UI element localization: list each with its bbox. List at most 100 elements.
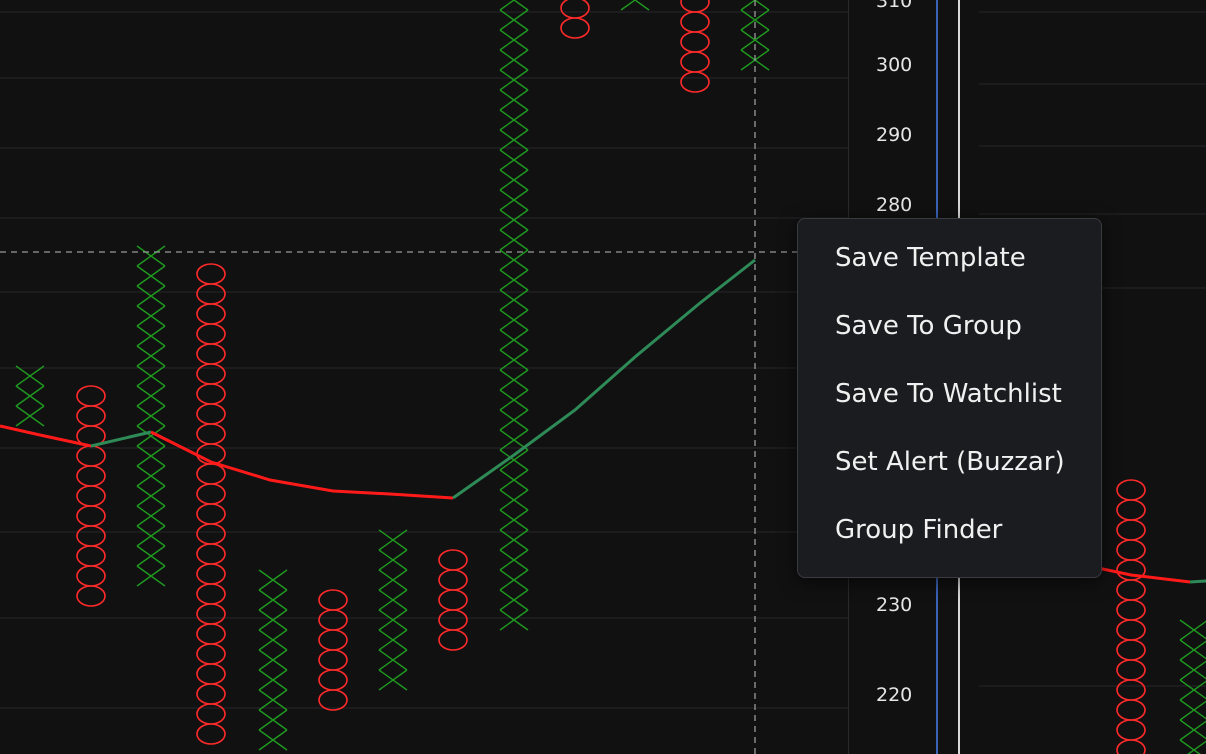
o-mark-icon bbox=[76, 525, 106, 547]
o-mark-icon bbox=[1116, 699, 1146, 721]
o-mark-icon bbox=[76, 585, 106, 607]
o-mark-icon bbox=[1116, 479, 1146, 501]
o-mark-icon bbox=[196, 663, 226, 685]
x-mark-icon bbox=[499, 209, 529, 231]
x-mark-icon bbox=[136, 245, 166, 267]
x-mark-icon bbox=[499, 309, 529, 331]
x-mark-icon bbox=[378, 629, 408, 651]
price-tick-label: 300 bbox=[876, 54, 913, 76]
o-mark-icon bbox=[196, 423, 226, 445]
x-mark-icon bbox=[1179, 659, 1206, 681]
x-mark-icon bbox=[136, 325, 166, 347]
x-mark-icon bbox=[136, 545, 166, 567]
o-mark-icon bbox=[196, 463, 226, 485]
x-mark-icon bbox=[499, 389, 529, 411]
x-mark-icon bbox=[258, 649, 288, 671]
x-mark-icon bbox=[136, 305, 166, 327]
x-mark-icon bbox=[499, 229, 529, 251]
x-mark-icon bbox=[499, 369, 529, 391]
x-mark-icon bbox=[499, 349, 529, 371]
o-mark-icon bbox=[318, 589, 348, 611]
x-mark-icon bbox=[136, 525, 166, 547]
o-mark-icon bbox=[1116, 739, 1146, 754]
o-mark-icon bbox=[438, 609, 468, 631]
menu-item-save-template[interactable]: Save Template bbox=[798, 241, 1101, 309]
o-mark-icon bbox=[196, 343, 226, 365]
o-mark-icon bbox=[76, 485, 106, 507]
x-mark-icon bbox=[378, 529, 408, 551]
x-mark-icon bbox=[499, 469, 529, 491]
x-mark-icon bbox=[136, 385, 166, 407]
o-mark-icon bbox=[76, 545, 106, 567]
o-mark-icon bbox=[196, 563, 226, 585]
x-mark-icon bbox=[136, 365, 166, 387]
x-mark-icon bbox=[499, 149, 529, 171]
x-mark-icon bbox=[136, 505, 166, 527]
x-mark-icon bbox=[499, 0, 529, 11]
x-mark-icon bbox=[499, 109, 529, 131]
price-tick-label: 230 bbox=[876, 594, 913, 616]
o-mark-icon bbox=[680, 11, 710, 33]
price-tick-label: 220 bbox=[876, 684, 913, 706]
x-mark-icon bbox=[258, 609, 288, 631]
x-mark-icon bbox=[499, 449, 529, 471]
o-mark-icon bbox=[438, 589, 468, 611]
context-menu: Save Template Save To Group Save To Watc… bbox=[797, 218, 1102, 578]
x-mark-icon bbox=[499, 549, 529, 571]
o-mark-icon bbox=[196, 403, 226, 425]
x-mark-icon bbox=[378, 549, 408, 571]
menu-item-save-to-watchlist[interactable]: Save To Watchlist bbox=[798, 377, 1101, 445]
o-mark-icon bbox=[76, 405, 106, 427]
o-mark-icon bbox=[318, 689, 348, 711]
x-mark-icon bbox=[499, 489, 529, 511]
o-mark-icon bbox=[196, 543, 226, 565]
o-mark-icon bbox=[318, 649, 348, 671]
x-mark-icon bbox=[378, 649, 408, 671]
o-mark-icon bbox=[76, 565, 106, 587]
x-mark-icon bbox=[499, 49, 529, 71]
x-mark-icon bbox=[1179, 739, 1206, 754]
x-mark-icon bbox=[136, 485, 166, 507]
x-mark-icon bbox=[136, 285, 166, 307]
o-mark-icon bbox=[318, 669, 348, 691]
o-mark-icon bbox=[438, 569, 468, 591]
o-mark-icon bbox=[1116, 539, 1146, 561]
x-mark-icon bbox=[499, 29, 529, 51]
o-mark-icon bbox=[196, 583, 226, 605]
o-mark-icon bbox=[76, 385, 106, 407]
x-mark-icon bbox=[499, 609, 529, 631]
x-mark-icon bbox=[258, 669, 288, 691]
x-mark-icon bbox=[136, 345, 166, 367]
x-mark-icon bbox=[499, 329, 529, 351]
o-mark-icon bbox=[196, 303, 226, 325]
point-and-figure-chart[interactable] bbox=[0, 0, 848, 754]
o-mark-icon bbox=[196, 623, 226, 645]
o-mark-icon bbox=[680, 0, 710, 13]
x-mark-icon bbox=[136, 445, 166, 467]
x-mark-icon bbox=[499, 129, 529, 151]
o-mark-icon bbox=[1116, 499, 1146, 521]
o-mark-icon bbox=[318, 609, 348, 631]
x-mark-icon bbox=[499, 589, 529, 611]
o-mark-icon bbox=[196, 643, 226, 665]
o-mark-icon bbox=[680, 51, 710, 73]
moving-average-line bbox=[150, 430, 454, 500]
x-mark-icon bbox=[258, 729, 288, 751]
price-tick-label: 280 bbox=[876, 194, 913, 216]
menu-item-set-alert[interactable]: Set Alert (Buzzar) bbox=[798, 445, 1101, 513]
menu-item-save-to-group[interactable]: Save To Group bbox=[798, 309, 1101, 377]
x-mark-icon bbox=[378, 569, 408, 591]
o-mark-icon bbox=[196, 283, 226, 305]
x-mark-icon bbox=[499, 189, 529, 211]
x-mark-icon bbox=[378, 669, 408, 691]
o-mark-icon bbox=[680, 71, 710, 93]
o-mark-icon bbox=[560, 0, 590, 19]
menu-item-group-finder[interactable]: Group Finder bbox=[798, 513, 1101, 581]
o-mark-icon bbox=[196, 483, 226, 505]
moving-average-line bbox=[1189, 579, 1206, 584]
x-mark-icon bbox=[136, 265, 166, 287]
o-mark-icon bbox=[196, 503, 226, 525]
x-mark-icon bbox=[499, 529, 529, 551]
o-mark-icon bbox=[76, 505, 106, 527]
x-mark-icon bbox=[620, 0, 650, 11]
